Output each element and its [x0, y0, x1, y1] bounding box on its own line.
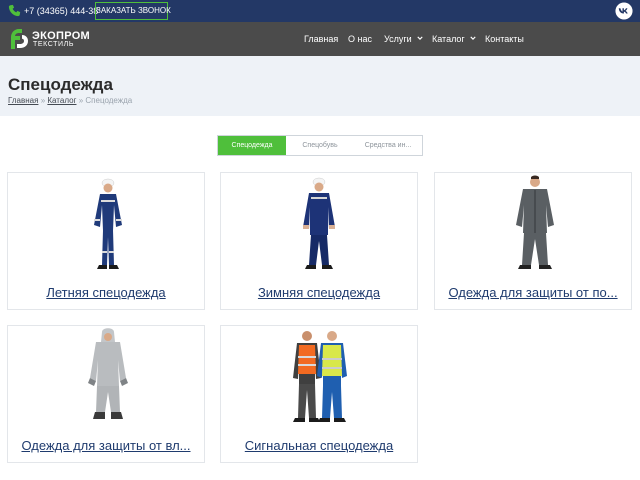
breadcrumb-separator: » [78, 96, 84, 105]
chevron-down-icon [470, 36, 476, 40]
top-bar: +7 (34365) 444-38 ЗАКАЗАТЬ ЗВОНОК [0, 0, 640, 22]
category-card-winter[interactable]: Зимняя спецодежда [220, 172, 418, 310]
vk-icon[interactable] [615, 2, 633, 20]
category-link-signal[interactable]: Сигнальная спецодежда [221, 438, 417, 454]
breadcrumb-current: Спецодежда [85, 96, 133, 105]
logo-mark-icon [11, 29, 28, 49]
category-link-protective[interactable]: Одежда для защиты от по... [435, 285, 631, 301]
tab-footwear[interactable]: Спецобувь [286, 136, 354, 155]
signal-workwear-image [293, 331, 347, 422]
tab-protection[interactable]: Средства ин... [354, 136, 422, 155]
category-card-moisture[interactable]: Одежда для защиты от вл... [7, 325, 205, 463]
breadcrumb-link-home[interactable]: Главная [8, 96, 38, 105]
logo[interactable]: ЭКОПРОМ ТЕКСТИЛЬ [8, 27, 98, 51]
phone-icon [8, 4, 21, 17]
nav-item-catalog[interactable]: Каталог [432, 33, 476, 45]
nav-item-label: Главная [304, 34, 339, 44]
nav-item-label: О нас [348, 34, 372, 44]
breadcrumb-separator: » [40, 96, 46, 105]
nav-item-services[interactable]: Услуги [384, 33, 423, 45]
nav-item-home[interactable]: Главная [304, 33, 338, 45]
nav-item-label: Каталог [432, 34, 465, 44]
tab-workwear[interactable]: Спецодежда [218, 136, 286, 155]
protective-suit-grey-image [516, 175, 554, 269]
page-title: Спецодежда [8, 75, 113, 94]
category-tabs: Спецодежда Спецобувь Средства ин... [217, 135, 423, 156]
phone-number[interactable]: +7 (34365) 444-38 [24, 5, 98, 17]
category-link-moisture[interactable]: Одежда для защиты от вл... [8, 438, 204, 454]
main-header: ЭКОПРОМ ТЕКСТИЛЬ Главная О нас Услуги Ка… [0, 22, 640, 56]
nav-item-contacts[interactable]: Контакты [485, 33, 524, 45]
request-call-button[interactable]: ЗАКАЗАТЬ ЗВОНОК [95, 2, 171, 20]
nav-item-label: Услуги [384, 34, 412, 44]
category-card-summer[interactable]: Летняя спецодежда [7, 172, 205, 310]
category-card-signal[interactable]: Сигнальная спецодежда [220, 325, 418, 463]
summer-workwear-image [94, 178, 122, 269]
category-card-protective[interactable]: Одежда для защиты от по... [434, 172, 632, 310]
breadcrumb: Главная » Каталог » Спецодежда [8, 96, 132, 106]
moisture-protection-suit-image [88, 328, 128, 419]
category-link-summer[interactable]: Летняя спецодежда [8, 285, 204, 301]
logo-subtitle: ТЕКСТИЛЬ [33, 41, 75, 48]
winter-workwear-image [303, 177, 335, 269]
nav-item-about[interactable]: О нас [348, 33, 372, 45]
nav-item-label: Контакты [485, 34, 524, 44]
breadcrumb-link-catalog[interactable]: Каталог [47, 96, 76, 105]
category-link-winter[interactable]: Зимняя спецодежда [221, 285, 417, 301]
chevron-down-icon [417, 36, 423, 40]
